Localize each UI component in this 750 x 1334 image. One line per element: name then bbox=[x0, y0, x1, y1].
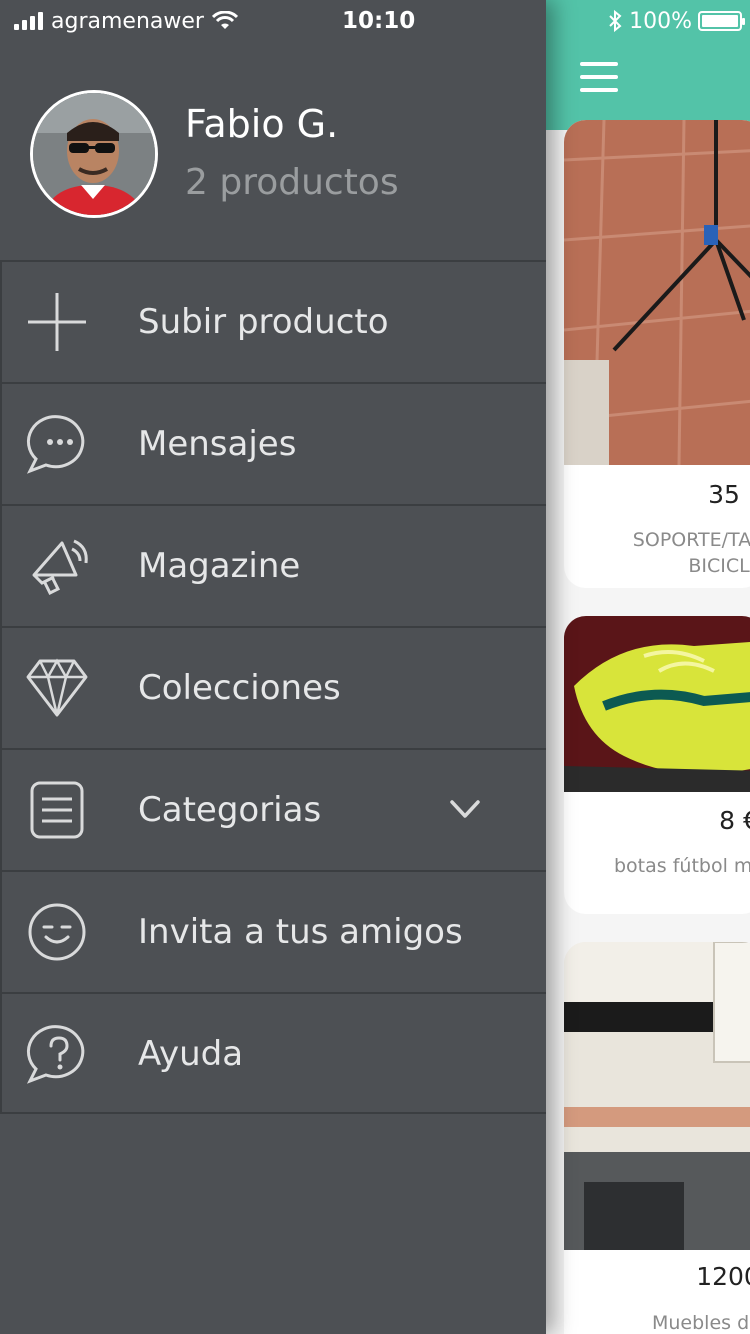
listing-screen: 100% 35 SOPORTE/TA BICICLE bbox=[546, 0, 750, 1334]
bluetooth-icon bbox=[609, 9, 622, 33]
user-profile[interactable]: Fabio G. 2 productos bbox=[0, 80, 546, 260]
product-card[interactable]: 1200 Muebles de bbox=[564, 942, 750, 1334]
wifi-icon bbox=[211, 11, 238, 29]
signal-icon bbox=[14, 12, 43, 30]
product-image bbox=[564, 120, 750, 465]
app-header: 100% bbox=[546, 0, 750, 130]
menu-item-subir-producto[interactable]: Subir producto bbox=[0, 260, 546, 382]
product-price: 8 € bbox=[719, 806, 750, 835]
product-card[interactable]: 8 € botas fútbol m bbox=[564, 616, 750, 914]
product-title-line2: BICICLE bbox=[688, 555, 750, 577]
chevron-down-icon[interactable] bbox=[448, 794, 482, 824]
side-drawer: agramenawer 10:10 Fabio G. 2 productos S… bbox=[0, 0, 546, 1334]
chat-bubble-icon bbox=[26, 415, 85, 474]
menu-item-ayuda[interactable]: Ayuda bbox=[0, 992, 546, 1114]
menu-item-label: Invita a tus amigos bbox=[138, 912, 463, 952]
plus-icon bbox=[28, 293, 86, 351]
help-bubble-icon bbox=[26, 1025, 85, 1084]
menu-item-label: Mensajes bbox=[138, 424, 297, 464]
wink-face-icon bbox=[28, 903, 86, 961]
profile-name: Fabio G. bbox=[185, 102, 339, 146]
menu-item-label: Subir producto bbox=[138, 302, 389, 342]
avatar[interactable] bbox=[30, 90, 158, 218]
status-time: 10:10 bbox=[342, 8, 416, 34]
diamond-icon bbox=[26, 658, 88, 717]
product-price: 35 bbox=[708, 480, 740, 509]
status-bar-right: 100% bbox=[607, 6, 745, 36]
menu-item-label: Magazine bbox=[138, 546, 301, 586]
product-image bbox=[564, 616, 750, 792]
product-title: SOPORTE/TA bbox=[632, 529, 750, 551]
battery-percent: 100% bbox=[629, 8, 692, 34]
product-image bbox=[564, 942, 750, 1250]
product-card[interactable]: 35 SOPORTE/TA BICICLE bbox=[564, 120, 750, 588]
menu-item-label: Ayuda bbox=[138, 1034, 244, 1074]
megaphone-icon bbox=[32, 539, 88, 596]
drawer-menu: Subir producto Mensajes Magazine Colecci… bbox=[0, 260, 546, 1114]
menu-item-label: Categorias bbox=[138, 790, 322, 830]
profile-product-count: 2 productos bbox=[185, 162, 399, 203]
menu-item-label: Colecciones bbox=[138, 668, 341, 708]
hamburger-menu-icon[interactable] bbox=[580, 62, 618, 94]
product-price: 1200 bbox=[696, 1262, 750, 1291]
list-icon bbox=[30, 781, 84, 839]
product-title: Muebles de bbox=[652, 1312, 750, 1334]
status-bar-left: agramenawer bbox=[14, 6, 238, 36]
menu-item-categorias[interactable]: Categorias bbox=[0, 748, 546, 870]
product-title: botas fútbol m bbox=[614, 855, 750, 877]
menu-item-colecciones[interactable]: Colecciones bbox=[0, 626, 546, 748]
menu-item-invita-amigos[interactable]: Invita a tus amigos bbox=[0, 870, 546, 992]
menu-item-mensajes[interactable]: Mensajes bbox=[0, 382, 546, 504]
menu-item-magazine[interactable]: Magazine bbox=[0, 504, 546, 626]
battery-icon bbox=[698, 11, 745, 31]
carrier-name: agramenawer bbox=[51, 8, 204, 34]
